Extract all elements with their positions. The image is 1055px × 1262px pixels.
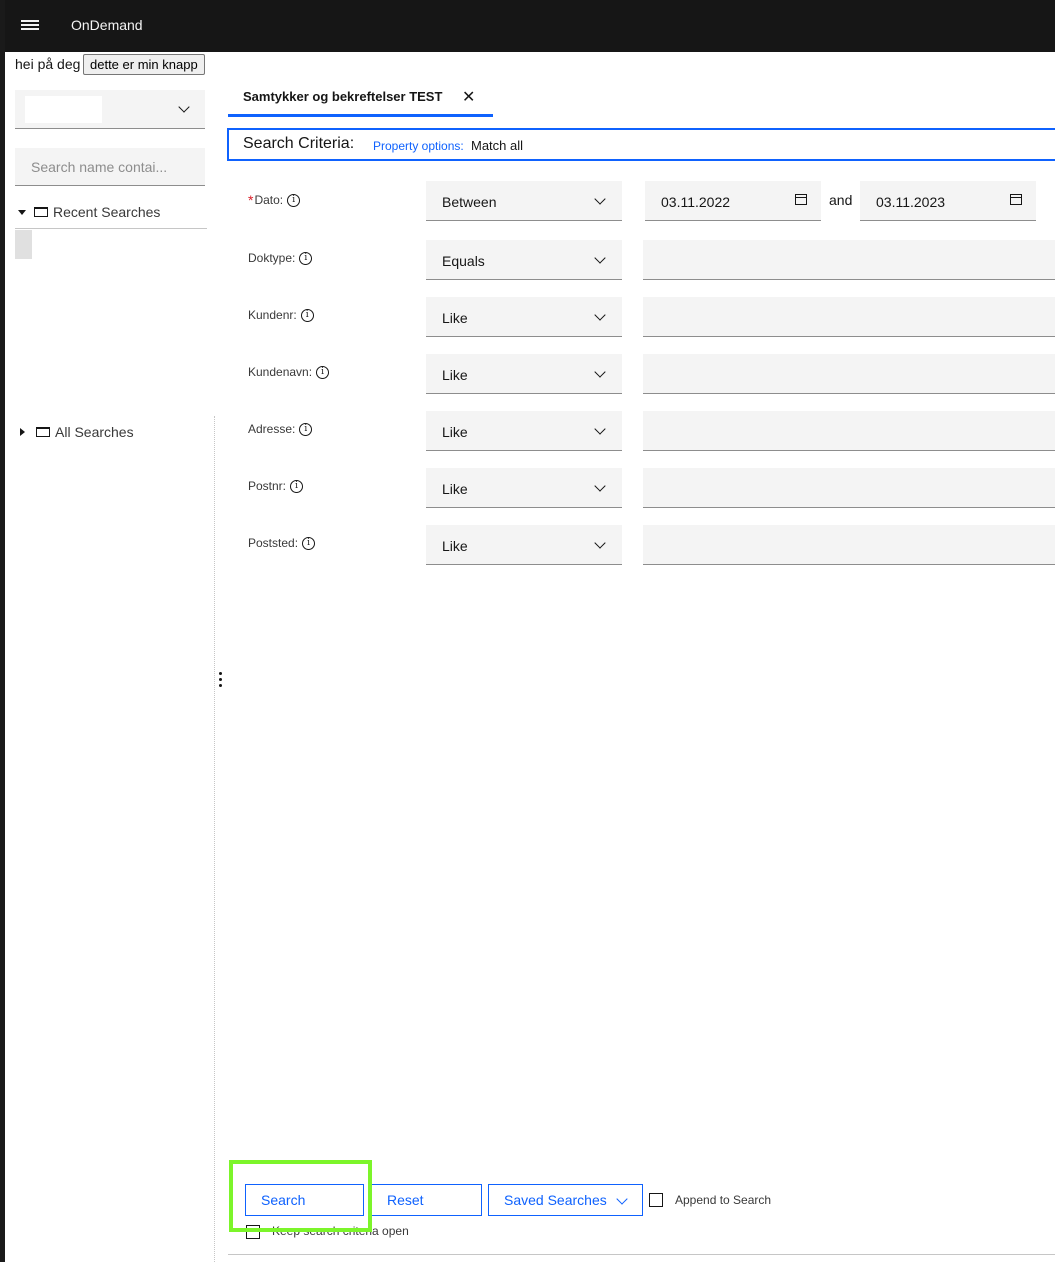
info-icon[interactable]: i [302, 536, 316, 550]
window-edge [0, 0, 5, 1262]
date-from-input[interactable]: 03.11.2022 [645, 181, 821, 221]
tree-node-all-searches[interactable]: All Searches [18, 423, 134, 441]
value-input-adresse[interactable] [643, 411, 1055, 451]
field-label-adresse: Adresse: i [248, 422, 313, 436]
field-label-postnr: Postnr: i [248, 479, 304, 493]
resize-handle-icon[interactable] [219, 672, 222, 690]
tree-node-recent-searches[interactable]: Recent Searches [18, 203, 160, 221]
keep-criteria-open-label: Keep search criteria open [272, 1224, 409, 1238]
field-label-poststed: Poststed: i [248, 536, 316, 550]
operator-select-dato[interactable]: Between [426, 181, 622, 221]
hamburger-menu-icon[interactable] [21, 18, 39, 34]
info-icon[interactable]: i [299, 422, 313, 436]
property-options-value[interactable]: Match all [471, 138, 523, 153]
property-options-label[interactable]: Property options: [373, 139, 464, 153]
chevron-down-icon [594, 480, 606, 492]
calendar-icon[interactable] [795, 194, 807, 205]
value-input-postnr[interactable] [643, 468, 1055, 508]
folder-icon [34, 207, 48, 217]
info-icon[interactable]: i [287, 193, 301, 207]
chevron-down-icon [594, 193, 606, 205]
chevron-down-icon [178, 101, 190, 113]
operator-select-kundenr[interactable]: Like [426, 297, 622, 337]
search-criteria-bar: Search Criteria: Property options: Match… [227, 128, 1055, 161]
value-input-kundenr[interactable] [643, 297, 1055, 337]
search-name-input[interactable] [15, 148, 205, 186]
repository-select[interactable] [15, 90, 205, 129]
required-marker: * [248, 192, 254, 208]
chevron-down-icon [594, 309, 606, 321]
operator-select-poststed[interactable]: Like [426, 525, 622, 565]
chevron-down-icon [616, 1193, 628, 1205]
panel-divider [214, 416, 215, 1262]
caret-down-icon[interactable] [18, 209, 26, 215]
greeting-text: hei på deg [15, 56, 81, 72]
top-header: OnDemand [5, 0, 1055, 52]
chevron-down-icon [594, 366, 606, 378]
append-to-search-label: Append to Search [675, 1193, 772, 1207]
info-icon[interactable]: i [316, 365, 330, 379]
info-icon[interactable]: i [290, 479, 304, 493]
operator-value: Like [442, 310, 468, 326]
operator-value: Like [442, 367, 468, 383]
tree-node-label: Recent Searches [53, 204, 161, 220]
value-input-poststed[interactable] [643, 525, 1055, 565]
date-to-input[interactable]: 03.11.2023 [860, 181, 1036, 221]
tree-node-label: All Searches [55, 424, 134, 440]
field-label-text: Kundenr: [248, 308, 297, 322]
operator-value: Like [442, 481, 468, 497]
value-input-doktype[interactable] [643, 240, 1055, 280]
and-label: and [829, 192, 853, 208]
caret-right-icon[interactable] [20, 428, 25, 436]
field-label-text: Adresse: [248, 422, 296, 436]
search-criteria-title: Search Criteria: [243, 135, 355, 152]
close-icon[interactable]: ✕ [462, 87, 475, 107]
bottom-divider [228, 1254, 1055, 1255]
operator-select-adresse[interactable]: Like [426, 411, 622, 451]
calendar-icon[interactable] [1010, 194, 1022, 205]
operator-value: Equals [442, 253, 485, 269]
field-label-kundenr: Kundenr: i [248, 308, 314, 322]
append-to-search-checkbox[interactable] [649, 1193, 663, 1207]
field-label-dato: * Dato: i [248, 192, 301, 208]
chevron-down-icon [594, 423, 606, 435]
info-icon[interactable]: i [300, 308, 314, 322]
saved-searches-dropdown[interactable]: Saved Searches [488, 1184, 643, 1216]
operator-select-doktype[interactable]: Equals [426, 240, 622, 280]
tree-divider [15, 228, 207, 229]
field-label-kundenavn: Kundenavn: i [248, 365, 330, 379]
chevron-down-icon [594, 252, 606, 264]
field-label-doktype: Doktype: i [248, 251, 313, 265]
date-to-value: 03.11.2023 [876, 194, 946, 210]
chevron-down-icon [594, 537, 606, 549]
tab-search-template[interactable]: Samtykker og bekreftelser TEST ✕ [228, 80, 493, 117]
recent-search-item[interactable] [15, 230, 32, 259]
operator-value: Like [442, 538, 468, 554]
app-title: OnDemand [71, 17, 143, 33]
operator-select-kundenavn[interactable]: Like [426, 354, 622, 394]
value-input-kundenavn[interactable] [643, 354, 1055, 394]
reset-button[interactable]: Reset [371, 1184, 482, 1216]
field-label-text: Postnr: [248, 479, 287, 493]
field-label-text: Doktype: [248, 251, 296, 265]
saved-searches-label: Saved Searches [504, 1192, 607, 1208]
info-icon[interactable]: i [299, 251, 313, 265]
repository-select-value [25, 96, 102, 123]
field-label-text: Poststed: [248, 536, 299, 550]
operator-select-postnr[interactable]: Like [426, 468, 622, 508]
field-label-text: Dato: [254, 193, 284, 207]
keep-criteria-open-checkbox[interactable] [246, 1225, 260, 1239]
folder-icon [36, 427, 50, 437]
custom-button[interactable]: dette er min knapp [83, 54, 205, 75]
field-label-text: Kundenavn: [248, 365, 313, 379]
date-from-value: 03.11.2022 [661, 194, 731, 210]
operator-value: Like [442, 424, 468, 440]
search-button[interactable]: Search [245, 1184, 364, 1216]
operator-value: Between [442, 194, 497, 210]
tab-label: Samtykker og bekreftelser TEST [243, 89, 443, 104]
